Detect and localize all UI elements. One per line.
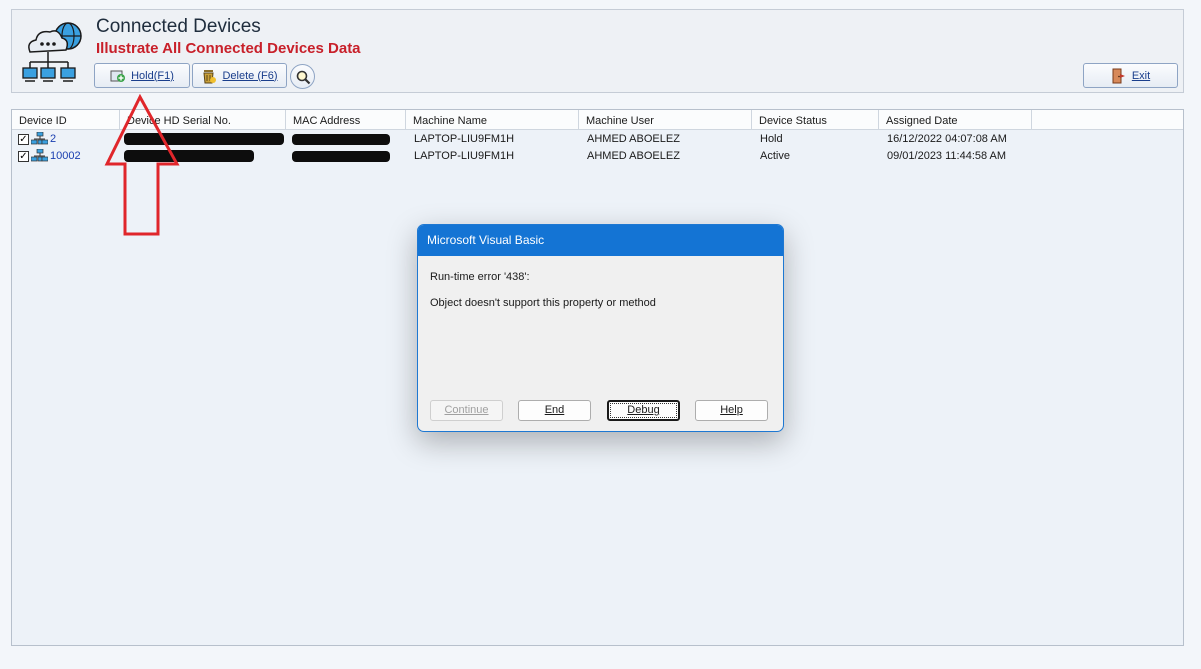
device-id-cell[interactable]: 10002 bbox=[50, 148, 81, 165]
end-button-label: End bbox=[544, 404, 565, 416]
cloud-network-icon bbox=[22, 22, 82, 82]
column-header-assigned-date[interactable]: Assigned Date bbox=[879, 110, 1032, 130]
row-checkbox[interactable]: ✓ bbox=[18, 151, 29, 162]
help-button[interactable]: Help bbox=[695, 400, 768, 421]
help-button-label: Help bbox=[720, 404, 743, 416]
exit-button-label: Exit bbox=[1131, 69, 1151, 82]
page-subtitle: Illustrate All Connected Devices Data bbox=[96, 40, 361, 57]
annotation-arrow-icon bbox=[104, 94, 180, 236]
redacted-mac bbox=[292, 134, 390, 145]
page-title: Connected Devices bbox=[96, 16, 261, 37]
error-message-text: Object doesn't support this property or … bbox=[430, 297, 656, 309]
hold-button-label: Hold(F1) bbox=[131, 69, 174, 82]
debug-button[interactable]: Debug bbox=[607, 400, 680, 421]
exit-door-icon bbox=[1112, 68, 1125, 83]
device-status-cell: Active bbox=[760, 150, 790, 162]
exit-button[interactable]: Exit bbox=[1083, 63, 1178, 88]
end-button[interactable]: End bbox=[518, 400, 591, 421]
column-header-machine-user[interactable]: Machine User bbox=[579, 110, 752, 130]
machine-user-cell: AHMED ABOELEZ bbox=[587, 150, 680, 162]
assigned-date-cell: 16/12/2022 04:07:08 AM bbox=[887, 133, 1007, 145]
dialog-title[interactable]: Microsoft Visual Basic bbox=[418, 225, 783, 256]
header-panel: Connected Devices Illustrate All Connect… bbox=[11, 9, 1184, 93]
magnifier-icon bbox=[296, 70, 310, 84]
hold-icon bbox=[110, 70, 126, 82]
device-status-cell: Hold bbox=[760, 133, 783, 145]
delete-button[interactable]: Delete (F6) bbox=[192, 63, 287, 88]
continue-button-label: Continue bbox=[444, 404, 489, 416]
column-header-device-status[interactable]: Device Status bbox=[752, 110, 879, 130]
debug-button-label: Debug bbox=[627, 404, 660, 416]
search-button[interactable] bbox=[290, 64, 315, 89]
table-row[interactable]: ✓ 10002 LAPTOP-LIU9FM1H AHMED ABOELEZ Ac… bbox=[12, 148, 1183, 165]
redacted-mac bbox=[292, 151, 390, 162]
grid-header: Device ID Device HD Serial No. MAC Addre… bbox=[12, 110, 1183, 130]
machine-name-cell: LAPTOP-LIU9FM1H bbox=[414, 133, 515, 145]
delete-button-label: Delete (F6) bbox=[222, 69, 278, 82]
assigned-date-cell: 09/01/2023 11:44:58 AM bbox=[887, 150, 1007, 162]
table-row[interactable]: ✓ 2 LAPTOP-LIU9FM1H AHMED ABOELEZ Hold 1… bbox=[12, 131, 1183, 148]
trash-icon bbox=[203, 69, 217, 83]
machine-user-cell: AHMED ABOELEZ bbox=[587, 133, 680, 145]
row-checkbox[interactable]: ✓ bbox=[18, 134, 29, 145]
column-header-mac-address[interactable]: MAC Address bbox=[286, 110, 406, 130]
column-header-machine-name[interactable]: Machine Name bbox=[406, 110, 579, 130]
network-devices-icon bbox=[31, 149, 48, 162]
network-devices-icon bbox=[31, 132, 48, 145]
continue-button[interactable]: Continue bbox=[430, 400, 503, 421]
device-id-cell[interactable]: 2 bbox=[50, 131, 56, 148]
runtime-error-dialog: Microsoft Visual Basic Run-time error '4… bbox=[417, 224, 784, 432]
error-code-text: Run-time error '438': bbox=[430, 271, 530, 283]
hold-button[interactable]: Hold(F1) bbox=[94, 63, 190, 88]
machine-name-cell: LAPTOP-LIU9FM1H bbox=[414, 150, 515, 162]
